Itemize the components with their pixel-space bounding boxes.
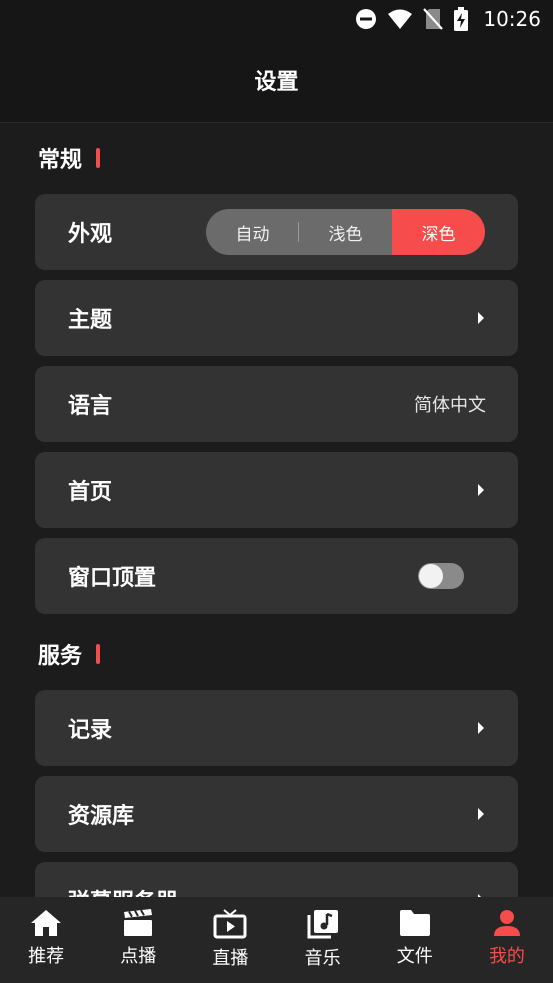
nav-item-mine[interactable]: 我的 (461, 897, 553, 983)
nav-item-music[interactable]: 音乐 (277, 897, 369, 983)
chevron-right-icon (476, 806, 486, 822)
segment-divider (298, 222, 299, 242)
nav-item-recommend[interactable]: 推荐 (0, 897, 92, 983)
nav-item-live[interactable]: 直播 (184, 897, 276, 983)
library-label: 资源库 (68, 804, 135, 829)
appearance-row: 外观 自动 浅色 深色 (35, 194, 518, 270)
status-bar: 10:26 (0, 0, 553, 38)
wifi-icon (387, 8, 413, 30)
records-row[interactable]: 记录 (35, 690, 518, 766)
records-label: 记录 (68, 718, 113, 743)
section-title: 常规 (38, 148, 83, 173)
library-row[interactable]: 资源库 (35, 776, 518, 852)
section-header-service: 服务 (38, 638, 101, 670)
window-on-top-toggle[interactable] (418, 563, 464, 589)
settings-list[interactable]: 常规 外观 自动 浅色 深色 主题 语言 简体中文 首页 窗口顶置 服务 记录 … (0, 123, 553, 897)
status-icons: 10:26 (355, 6, 541, 32)
clapperboard-icon (122, 909, 154, 937)
homepage-label: 首页 (68, 480, 113, 505)
settings-screen: 10:26 设置 常规 外观 自动 浅色 深色 主题 语言 简体中文 首页 窗口… (0, 0, 553, 983)
section-accent-bar (96, 148, 101, 168)
nav-item-vod[interactable]: 点播 (92, 897, 184, 983)
nav-label: 推荐 (28, 946, 65, 967)
section-title: 服务 (38, 644, 83, 669)
chevron-right-icon (476, 310, 486, 326)
chevron-right-icon (476, 720, 486, 736)
toggle-knob (419, 564, 443, 588)
bottom-nav: 推荐 点播 直播 音乐 文件 我的 (0, 897, 553, 983)
nav-label: 我的 (488, 946, 525, 967)
appearance-option-dark[interactable]: 深色 (392, 209, 485, 255)
nav-item-files[interactable]: 文件 (369, 897, 461, 983)
music-icon (307, 909, 339, 939)
status-time: 10:26 (483, 7, 541, 31)
nav-label: 文件 (396, 946, 433, 967)
appearance-option-light[interactable]: 浅色 (299, 209, 392, 255)
language-value: 简体中文 (414, 395, 486, 416)
danmaku-server-row[interactable]: 弹幕服务器 (35, 862, 518, 897)
theme-row[interactable]: 主题 (35, 280, 518, 356)
no-sim-icon (423, 8, 444, 30)
battery-charging-icon (453, 7, 469, 31)
danmaku-server-label: 弹幕服务器 (68, 884, 178, 897)
nav-label: 点播 (120, 946, 157, 967)
section-accent-bar (96, 644, 101, 664)
theme-label: 主题 (68, 308, 113, 333)
appearance-option-auto[interactable]: 自动 (206, 209, 299, 255)
person-icon (491, 909, 523, 937)
home-icon (30, 909, 62, 937)
language-row[interactable]: 语言 简体中文 (35, 366, 518, 442)
chevron-right-icon (476, 482, 486, 498)
appearance-label: 外观 (68, 222, 113, 247)
page-title: 设置 (254, 70, 299, 95)
do-not-disturb-icon (355, 8, 377, 30)
nav-label: 直播 (212, 948, 249, 969)
appearance-segmented-control: 自动 浅色 深色 (206, 209, 485, 255)
nav-label: 音乐 (304, 948, 341, 969)
window-on-top-label: 窗口顶置 (68, 566, 157, 591)
tv-icon (213, 909, 247, 939)
language-label: 语言 (68, 394, 113, 419)
window-on-top-row: 窗口顶置 (35, 538, 518, 614)
homepage-row[interactable]: 首页 (35, 452, 518, 528)
section-header-general: 常规 (38, 142, 101, 174)
app-bar: 设置 (0, 38, 553, 123)
folder-icon (398, 909, 432, 937)
